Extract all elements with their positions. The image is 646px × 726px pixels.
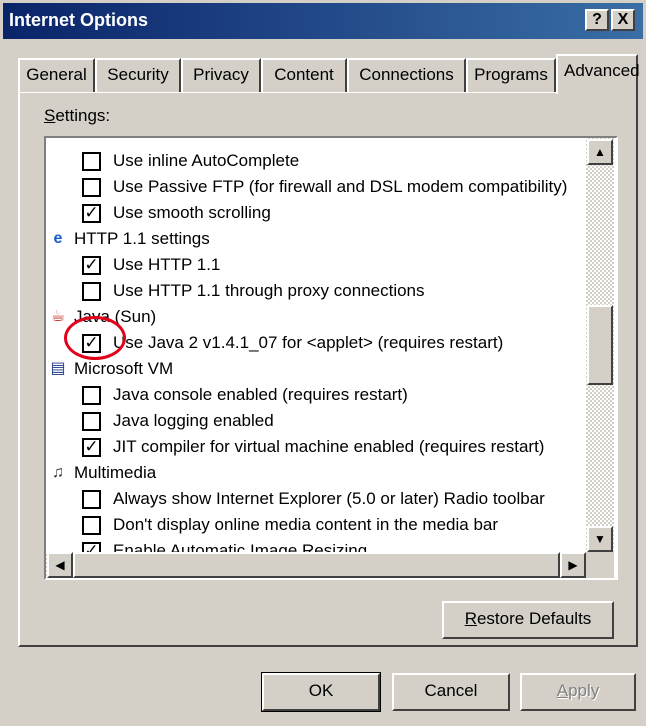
- ok-button[interactable]: OK: [261, 672, 381, 712]
- option-label: Use HTTP 1.1: [113, 255, 221, 274]
- window-title: Internet Options: [9, 10, 148, 30]
- checkbox[interactable]: ✓: [82, 204, 101, 223]
- tab-connections[interactable]: Connections: [347, 58, 466, 92]
- checkbox[interactable]: ✓: [82, 256, 101, 275]
- vertical-scroll-thumb[interactable]: [587, 305, 613, 385]
- tab-privacy[interactable]: Privacy: [181, 58, 261, 92]
- checkbox[interactable]: [82, 178, 101, 197]
- option-label: Java console enabled (requires restart): [113, 385, 408, 404]
- red-highlight-circle: [64, 316, 126, 360]
- help-button[interactable]: ?: [585, 9, 609, 31]
- multimedia-icon: ♫: [52, 464, 64, 481]
- category-label: HTTP 1.1 settings: [74, 229, 210, 248]
- tab-content[interactable]: Content: [261, 58, 347, 92]
- scroll-right-button[interactable]: ▶: [560, 552, 586, 578]
- scroll-down-button[interactable]: ▼: [587, 526, 613, 552]
- ie-globe-icon: e: [53, 230, 63, 247]
- option-label: Use Java 2 v1.4.1_07 for <applet> (requi…: [113, 333, 504, 352]
- cancel-button[interactable]: Cancel: [392, 673, 510, 711]
- settings-listbox[interactable]: Use inline AutoComplete Use Passive FTP …: [44, 136, 618, 580]
- checkbox[interactable]: [82, 152, 101, 171]
- settings-label: Settings:: [44, 106, 111, 125]
- option-label: Always show Internet Explorer (5.0 or la…: [113, 489, 545, 508]
- document-icon: ▤: [50, 360, 66, 377]
- apply-button[interactable]: Apply: [520, 673, 636, 711]
- tab-general[interactable]: General: [18, 58, 95, 92]
- option-label: Don't display online media content in th…: [113, 515, 499, 534]
- category-label: Multimedia: [74, 463, 157, 482]
- checkbox[interactable]: [82, 516, 101, 535]
- checkbox[interactable]: [82, 386, 101, 405]
- option-label: Use inline AutoComplete: [113, 151, 300, 170]
- checkbox[interactable]: [82, 282, 101, 301]
- option-label: Use Passive FTP (for firewall and DSL mo…: [113, 177, 568, 196]
- close-button[interactable]: X: [611, 9, 635, 31]
- option-label: Use HTTP 1.1 through proxy connections: [113, 281, 425, 300]
- checkbox[interactable]: [82, 490, 101, 509]
- java-cup-icon: ☕: [50, 308, 66, 325]
- option-label: Use smooth scrolling: [113, 203, 271, 222]
- internet-options-dialog: Internet Options ? X General Security Pr…: [0, 0, 646, 726]
- tab-advanced[interactable]: Advanced: [556, 54, 640, 94]
- option-label: Java logging enabled: [113, 411, 274, 430]
- tab-strip: General Security Privacy Content Connect…: [18, 54, 640, 94]
- checkbox[interactable]: ✓: [82, 438, 101, 457]
- option-label: JIT compiler for virtual machine enabled…: [113, 437, 545, 456]
- tab-security[interactable]: Security: [95, 58, 181, 92]
- horizontal-scroll-thumb[interactable]: [73, 552, 560, 578]
- category-label: Microsoft VM: [74, 359, 174, 378]
- scroll-up-button[interactable]: ▲: [587, 139, 613, 165]
- checkbox[interactable]: [82, 412, 101, 431]
- scrollbar-corner: [586, 552, 614, 578]
- restore-defaults-button[interactable]: Restore Defaults: [442, 601, 614, 639]
- title-bar[interactable]: Internet Options ? X: [3, 3, 643, 39]
- tab-programs[interactable]: Programs: [466, 58, 556, 92]
- scroll-left-button[interactable]: ◀: [47, 552, 73, 578]
